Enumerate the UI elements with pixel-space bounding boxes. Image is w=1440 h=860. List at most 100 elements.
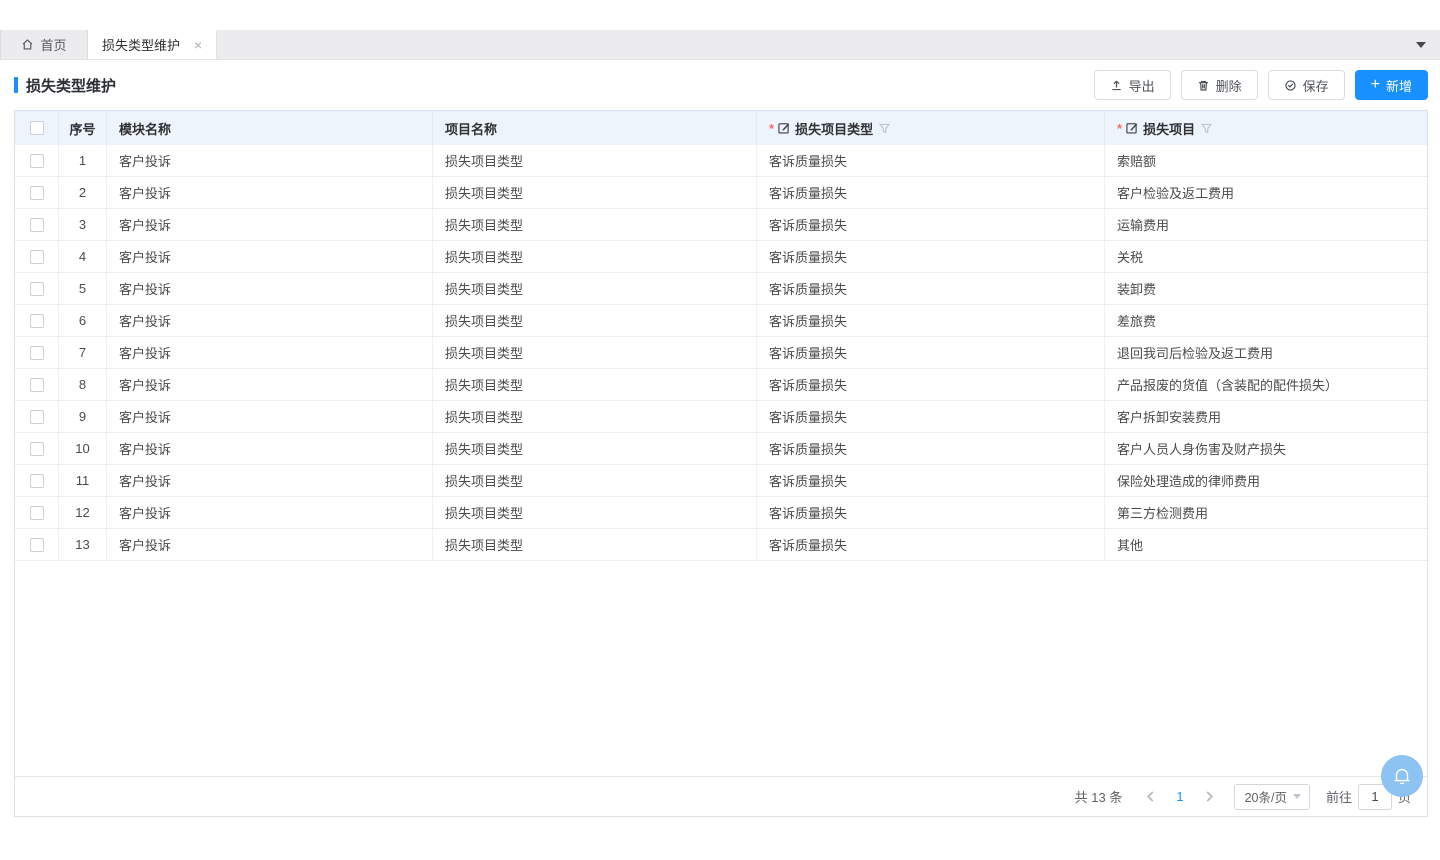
- cell-project: 损失项目类型: [433, 177, 757, 208]
- cell-project: 损失项目类型: [433, 433, 757, 464]
- cell-project: 损失项目类型: [433, 241, 757, 272]
- cell-loss-item: 其他: [1105, 529, 1427, 560]
- row-checkbox[interactable]: [30, 442, 44, 456]
- current-page[interactable]: 1: [1164, 789, 1195, 804]
- cell-module: 客户投诉: [107, 337, 433, 368]
- add-button[interactable]: + 新增: [1355, 70, 1428, 100]
- cell-loss-item: 产品报废的货值（含装配的配件损失）: [1105, 369, 1427, 400]
- plus-icon: +: [1371, 77, 1380, 93]
- cell-module: 客户投诉: [107, 369, 433, 400]
- table-row: 7客户投诉损失项目类型客诉质量损失退回我司后检验及返工费用: [15, 337, 1427, 369]
- add-button-label: 新增: [1386, 76, 1412, 95]
- cell-loss-type: 客诉质量损失: [757, 273, 1105, 304]
- next-page-button[interactable]: [1196, 791, 1224, 802]
- cell-index: 10: [59, 433, 107, 464]
- tab-active-label: 损失类型维护: [102, 35, 180, 54]
- row-checkbox-cell: [15, 433, 59, 464]
- row-checkbox[interactable]: [30, 474, 44, 488]
- tab-list-dropdown-icon[interactable]: [1416, 42, 1426, 48]
- cell-index: 3: [59, 209, 107, 240]
- row-checkbox-cell: [15, 241, 59, 272]
- table-row: 11客户投诉损失项目类型客诉质量损失保险处理造成的律师费用: [15, 465, 1427, 497]
- close-tab-icon[interactable]: ×: [194, 38, 202, 52]
- delete-button[interactable]: 删除: [1181, 70, 1258, 100]
- cell-module: 客户投诉: [107, 465, 433, 496]
- column-header-module: 模块名称: [107, 111, 433, 145]
- cell-loss-item: 退回我司后检验及返工费用: [1105, 337, 1427, 368]
- editable-column-icon: [1125, 121, 1139, 135]
- row-checkbox[interactable]: [30, 378, 44, 392]
- cell-loss-type: 客诉质量损失: [757, 145, 1105, 176]
- cell-project: 损失项目类型: [433, 465, 757, 496]
- row-checkbox[interactable]: [30, 410, 44, 424]
- app-root: 首页 损失类型维护 × 损失类型维护 导出 删除: [0, 0, 1440, 860]
- row-checkbox[interactable]: [30, 346, 44, 360]
- cell-index: 2: [59, 177, 107, 208]
- page-title: 损失类型维护: [14, 75, 116, 96]
- row-checkbox-cell: [15, 177, 59, 208]
- cell-module: 客户投诉: [107, 241, 433, 272]
- chevron-down-icon: [1293, 794, 1301, 799]
- save-button[interactable]: 保存: [1268, 70, 1345, 100]
- row-checkbox[interactable]: [30, 282, 44, 296]
- cell-index: 5: [59, 273, 107, 304]
- notification-bell-button[interactable]: [1381, 755, 1423, 797]
- total-count: 共 13 条: [1075, 787, 1123, 806]
- row-checkbox[interactable]: [30, 218, 44, 232]
- cell-loss-type: 客诉质量损失: [757, 369, 1105, 400]
- export-button-label: 导出: [1129, 76, 1155, 95]
- trash-icon: [1197, 79, 1210, 92]
- cell-module: 客户投诉: [107, 401, 433, 432]
- row-checkbox-cell: [15, 209, 59, 240]
- prev-page-button[interactable]: [1136, 791, 1164, 802]
- filter-icon[interactable]: [878, 122, 891, 135]
- pagination: 共 13 条 1 20条/页 前往 页: [1075, 784, 1411, 810]
- cell-loss-item: 保险处理造成的律师费用: [1105, 465, 1427, 496]
- table-row: 2客户投诉损失项目类型客诉质量损失客户检验及返工费用: [15, 177, 1427, 209]
- row-checkbox[interactable]: [30, 314, 44, 328]
- cell-index: 7: [59, 337, 107, 368]
- select-all-checkbox[interactable]: [30, 121, 44, 135]
- save-button-label: 保存: [1303, 76, 1329, 95]
- row-checkbox[interactable]: [30, 250, 44, 264]
- row-checkbox-cell: [15, 497, 59, 528]
- cell-loss-item: 客户拆卸安装费用: [1105, 401, 1427, 432]
- row-checkbox[interactable]: [30, 538, 44, 552]
- row-checkbox-cell: [15, 529, 59, 560]
- filter-icon[interactable]: [1200, 122, 1213, 135]
- cell-project: 损失项目类型: [433, 337, 757, 368]
- cell-module: 客户投诉: [107, 177, 433, 208]
- export-button[interactable]: 导出: [1094, 70, 1171, 100]
- cell-loss-item: 索赔额: [1105, 145, 1427, 176]
- row-checkbox[interactable]: [30, 154, 44, 168]
- tab-loss-type-maintenance[interactable]: 损失类型维护 ×: [88, 30, 217, 59]
- check-circle-icon: [1284, 79, 1297, 92]
- table-header-row: 序号 模块名称 项目名称 * 损失项目类型 * 损失: [15, 111, 1427, 145]
- cell-module: 客户投诉: [107, 273, 433, 304]
- tab-bar: 首页 损失类型维护 ×: [0, 30, 1440, 60]
- row-checkbox-cell: [15, 273, 59, 304]
- cell-index: 12: [59, 497, 107, 528]
- export-icon: [1110, 79, 1123, 92]
- table-row: 5客户投诉损失项目类型客诉质量损失装卸费: [15, 273, 1427, 305]
- column-header-loss-item-label: 损失项目: [1143, 119, 1195, 138]
- table-body: 1客户投诉损失项目类型客诉质量损失索赔额2客户投诉损失项目类型客诉质量损失客户检…: [15, 145, 1427, 561]
- cell-module: 客户投诉: [107, 497, 433, 528]
- cell-loss-type: 客诉质量损失: [757, 465, 1105, 496]
- row-checkbox[interactable]: [30, 186, 44, 200]
- table-footer: 共 13 条 1 20条/页 前往 页: [15, 776, 1427, 816]
- row-checkbox[interactable]: [30, 506, 44, 520]
- row-checkbox-cell: [15, 401, 59, 432]
- cell-loss-type: 客诉质量损失: [757, 401, 1105, 432]
- select-all-cell: [15, 111, 59, 145]
- cell-module: 客户投诉: [107, 529, 433, 560]
- cell-loss-item: 差旅费: [1105, 305, 1427, 336]
- row-checkbox-cell: [15, 337, 59, 368]
- home-icon: [21, 38, 34, 51]
- tab-home[interactable]: 首页: [0, 30, 88, 59]
- table-row: 6客户投诉损失项目类型客诉质量损失差旅费: [15, 305, 1427, 337]
- tab-home-label: 首页: [40, 35, 66, 54]
- cell-loss-item: 装卸费: [1105, 273, 1427, 304]
- cell-loss-type: 客诉质量损失: [757, 241, 1105, 272]
- page-size-select[interactable]: 20条/页: [1234, 784, 1310, 810]
